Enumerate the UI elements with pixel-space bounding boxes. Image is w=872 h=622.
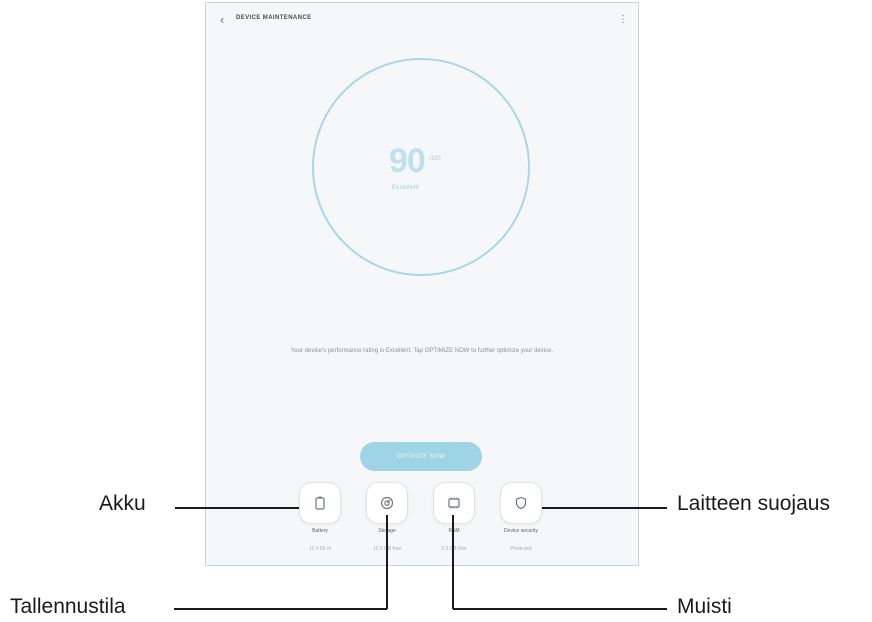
performance-description: Your device's performance rating is Exce… [290, 348, 554, 354]
tile-status-battery: 12 h 55 m [308, 546, 332, 552]
ram-tile[interactable] [433, 482, 475, 524]
tile-label-ram: RAM [448, 528, 460, 534]
callout-memory: Muisti [677, 595, 732, 618]
shield-icon [501, 483, 541, 523]
more-vert-icon[interactable]: ⋮ [618, 12, 628, 28]
callout-battery: Akku [99, 492, 146, 515]
page-title: DEVICE MAINTENANCE [236, 15, 312, 21]
callout-security: Laitteen suojaus [677, 492, 830, 515]
callout-storage: Tallennustila [10, 595, 126, 618]
ram-chip-icon [434, 483, 474, 523]
callout-memory-line-v [452, 515, 454, 609]
optimize-now-button[interactable]: OPTIMIZE NOW [360, 442, 482, 471]
score-label: Excellent [392, 185, 420, 191]
battery-tile[interactable] [299, 482, 341, 524]
security-tile[interactable] [500, 482, 542, 524]
score-suffix: /100 [429, 156, 441, 162]
score-value: 90 [389, 142, 426, 180]
battery-icon [300, 483, 340, 523]
tile-status-ram: 2.3 GB free [441, 546, 467, 552]
callout-security-line [542, 507, 667, 509]
callout-storage-line-h [174, 608, 387, 610]
tile-label-battery: Battery [312, 528, 328, 534]
app-bar: ‹ DEVICE MAINTENANCE ⋮ [206, 3, 638, 39]
callout-battery-line [175, 507, 299, 509]
callout-storage-line-v [386, 515, 388, 609]
callout-memory-line-h [453, 608, 667, 610]
tile-status-security: Protected [510, 546, 532, 552]
back-arrow-icon[interactable]: ‹ [214, 12, 230, 28]
tile-label-security: Device security [504, 528, 538, 534]
